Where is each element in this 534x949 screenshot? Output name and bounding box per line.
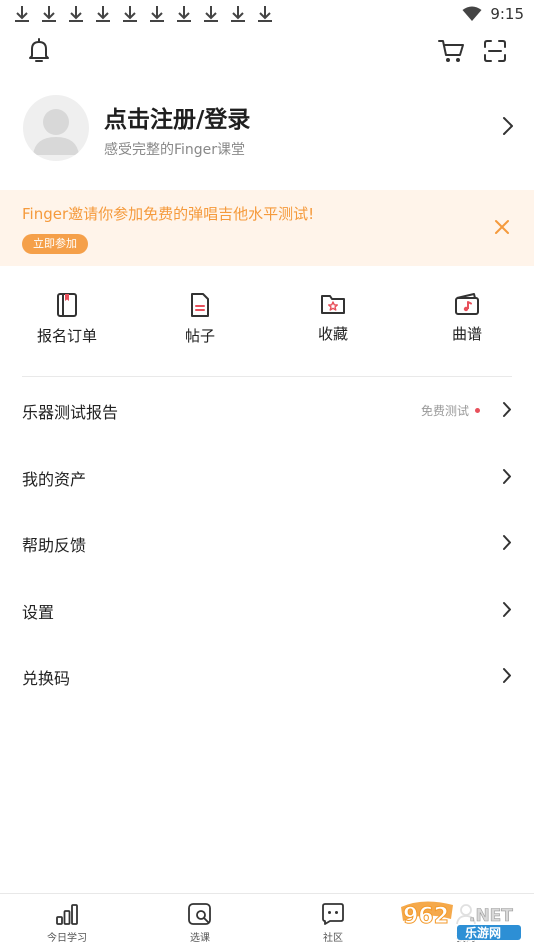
menu-item-label: 我的资产 [22, 470, 87, 489]
login-register-title[interactable]: 点击注册/登录 [104, 100, 250, 134]
download-icon [96, 6, 110, 22]
scan-icon[interactable] [483, 39, 507, 63]
download-icon [258, 6, 272, 22]
menu-item-label: 乐器测试报告 [22, 403, 119, 422]
order-book-icon [57, 293, 77, 317]
post-document-icon [191, 293, 209, 317]
quick-action-favorites[interactable]: 收藏 [278, 292, 388, 344]
download-icon [15, 6, 29, 22]
default-avatar-icon [33, 109, 79, 155]
community-chat-icon [322, 903, 344, 925]
chart-bars-icon [56, 904, 78, 925]
download-icon [150, 6, 164, 22]
music-score-icon [455, 293, 479, 315]
quick-action-label: 帖子 [184, 327, 215, 345]
chevron-right-icon [503, 402, 511, 417]
status-time: 9:15 [490, 5, 524, 23]
menu-item-label: 设置 [22, 603, 55, 622]
menu-item-help-feedback[interactable]: 帮助反馈 [0, 510, 534, 576]
menu-item-redeem-code[interactable]: 兑换码 [0, 643, 534, 709]
free-test-hint: 免费测试 [421, 402, 480, 419]
download-icon [231, 6, 245, 22]
download-icon [69, 6, 83, 22]
cart-icon[interactable] [437, 38, 465, 64]
chevron-right-icon [503, 469, 511, 484]
menu-item-label: 兑换码 [22, 669, 71, 688]
quick-action-orders[interactable]: 报名订单 [12, 292, 122, 346]
quick-action-label: 收藏 [317, 325, 348, 343]
close-icon[interactable] [494, 219, 510, 235]
chevron-right-icon[interactable] [502, 116, 514, 136]
profile-subtitle: 感受完整的Finger课堂 [104, 142, 246, 158]
menu-item-settings[interactable]: 设置 [0, 577, 534, 643]
search-course-icon [188, 903, 211, 925]
download-notifications [12, 4, 275, 24]
chevron-right-icon [503, 668, 511, 683]
svg-text:962: 962 [403, 904, 449, 929]
menu-item-my-assets[interactable]: 我的资产 [0, 444, 534, 510]
favorite-folder-icon [321, 295, 345, 314]
nav-label: 选课 [190, 933, 210, 944]
download-icon [123, 6, 137, 22]
free-test-text: 免费测试 [420, 404, 469, 418]
nav-label: 今日学习 [47, 933, 87, 944]
download-icon [177, 6, 191, 22]
wifi-icon [462, 6, 482, 21]
test-invite-banner[interactable]: Finger邀请你参加免费的弹唱吉他水平测试! 立即参加 [0, 190, 534, 266]
site-watermark-logo: 962 .NET 乐游网 [395, 901, 529, 941]
menu-item-label: 帮助反馈 [22, 536, 87, 555]
tab-community[interactable]: 社区 [288, 902, 378, 944]
avatar[interactable] [23, 95, 89, 161]
download-icon [204, 6, 218, 22]
banner-text: Finger邀请你参加免费的弹唱吉他水平测试! [22, 205, 315, 223]
join-now-button[interactable]: 立即参加 [22, 234, 88, 254]
tab-select-course[interactable]: 选课 [155, 902, 245, 944]
svg-text:乐游网: 乐游网 [465, 925, 501, 940]
download-icon [42, 6, 56, 22]
menu-item-instrument-test-report[interactable]: 乐器测试报告 免费测试 [0, 377, 534, 443]
quick-action-posts[interactable]: 帖子 [145, 292, 255, 346]
red-dot-badge [475, 408, 480, 413]
svg-text:.NET: .NET [469, 906, 513, 926]
status-bar: 9:15 [0, 0, 534, 30]
quick-action-label: 曲谱 [451, 325, 482, 343]
chevron-right-icon [503, 535, 511, 550]
tab-today-study[interactable]: 今日学习 [22, 902, 112, 944]
bell-icon[interactable] [26, 37, 52, 64]
chevron-right-icon [503, 602, 511, 617]
quick-action-label: 报名订单 [36, 327, 97, 345]
quick-action-scores[interactable]: 曲谱 [412, 292, 522, 344]
nav-label: 社区 [323, 933, 343, 944]
